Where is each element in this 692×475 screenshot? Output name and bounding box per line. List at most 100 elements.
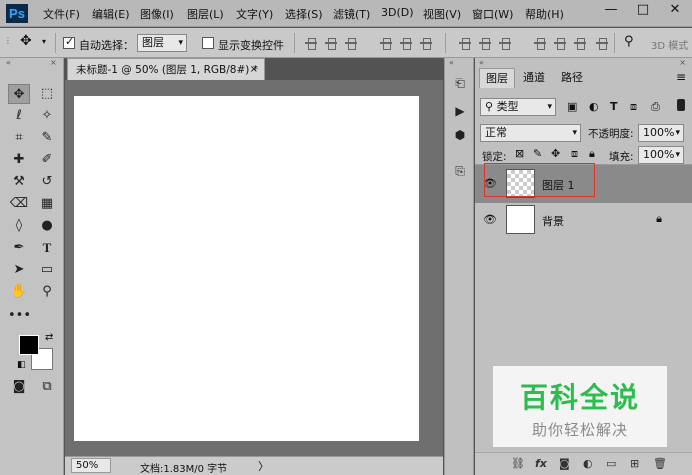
auto-select-target-dropdown[interactable]: 图层 ▾ [137,34,187,52]
hand-tool-icon[interactable]: ✋ [8,282,30,302]
menu-help[interactable]: 帮助(H) [525,6,564,22]
eraser-tool-icon[interactable]: ⌫ [8,194,30,214]
lock-image-pixels-icon[interactable]: ✎ [533,147,542,160]
menu-window[interactable]: 窗口(W) [472,6,513,22]
layer-name[interactable]: 背景 [542,213,564,229]
menu-image[interactable]: 图像(I) [140,6,174,22]
layer-style-fx-icon[interactable]: fx [535,457,547,470]
clone-stamp-tool-icon[interactable]: ⚒ [8,172,30,192]
marquee-tool-icon[interactable]: ⬚ [36,84,58,104]
filter-type-icon[interactable]: T [610,100,618,113]
eyedropper-tool-icon[interactable]: ✎ [36,128,58,148]
minimize-button[interactable]: — [596,0,626,22]
search-icon[interactable]: ⚲ [624,34,634,49]
distribute-top-icon[interactable] [459,37,471,50]
auto-align-icon[interactable] [596,37,608,50]
menu-view[interactable]: 视图(V) [423,6,461,22]
add-mask-icon[interactable]: ◙ [559,457,570,470]
menu-type[interactable]: 文字(Y) [236,6,273,22]
filter-toggle-icon[interactable] [677,99,685,111]
path-selection-tool-icon[interactable]: ➤ [8,260,30,280]
align-left-icon[interactable] [380,37,392,50]
history-panel-icon[interactable]: ⎗ [450,74,470,92]
close-window-button[interactable]: ✕ [660,0,690,22]
properties-panel-icon[interactable]: ⎘ [450,162,470,180]
align-vertical-center-icon[interactable] [325,37,337,50]
canvas[interactable] [74,96,419,441]
pen-tool-icon[interactable]: ✒ [8,238,30,258]
lock-all-icon[interactable]: 🔒︎ [589,147,595,161]
layer-row[interactable]: 👁︎ 背景 🔒︎ [475,201,692,239]
filter-pixel-icon[interactable]: ▣ [567,100,577,113]
zoom-level-field[interactable]: 50% [71,458,111,473]
filter-shape-icon[interactable]: ⧈ [630,100,637,114]
restore-button[interactable]: □ [628,0,658,22]
close-panel-icon[interactable]: × [50,58,57,67]
lock-position-icon[interactable]: ✥ [551,147,560,160]
menu-file[interactable]: 文件(F) [43,6,80,22]
default-colors-icon[interactable]: ◧ [17,360,26,370]
filter-smart-object-icon[interactable]: ⎙ [651,100,660,114]
distribute-vcenter-icon[interactable] [479,37,491,50]
crop-tool-icon[interactable]: ⌗ [8,128,30,148]
dodge-tool-icon[interactable]: ● [36,216,58,236]
move-tool-preset-icon[interactable]: ✥ [20,33,32,49]
tab-layers[interactable]: 图层 [479,68,515,88]
new-layer-icon[interactable]: ⊞ [630,457,639,470]
collapse-arrows-icon[interactable]: « [479,58,484,67]
blur-tool-icon[interactable]: ◊ [8,216,30,236]
collapse-arrows-icon[interactable]: « [449,58,454,67]
gradient-tool-icon[interactable]: ▦ [36,194,58,214]
new-group-icon[interactable]: ▭ [606,457,616,470]
menu-filter[interactable]: 滤镜(T) [333,6,370,22]
menu-select[interactable]: 选择(S) [285,6,323,22]
magic-wand-tool-icon[interactable]: ✧ [36,106,58,126]
history-brush-tool-icon[interactable]: ↺ [36,172,58,192]
rectangle-tool-icon[interactable]: ▭ [36,260,58,280]
tab-channels[interactable]: 通道 [517,68,551,88]
menu-layer[interactable]: 图层(L) [187,6,224,22]
delete-layer-icon[interactable]: 🗑︎ [653,457,667,470]
swap-colors-icon[interactable]: ⇄ [45,332,53,343]
3d-panel-icon[interactable]: ⬢ [450,126,470,144]
actions-play-icon[interactable]: ▶ [450,102,470,120]
auto-select-checkbox[interactable] [63,35,75,49]
visibility-eye-icon[interactable]: 👁︎ [483,213,497,226]
link-layers-icon[interactable]: ⛓ [511,457,525,470]
lasso-tool-icon[interactable]: ℓ [8,106,30,126]
distribute-hcenter-icon[interactable] [554,37,566,50]
close-icon[interactable]: × [250,59,258,81]
chevron-down-icon[interactable]: ▾ [42,37,46,46]
blend-mode-dropdown[interactable]: 正常 ▾ [480,124,581,142]
move-tool-icon[interactable]: ✥ [8,84,30,104]
align-horizontal-center-icon[interactable] [400,37,412,50]
lock-transparent-pixels-icon[interactable]: ⊠ [515,147,524,160]
menu-edit[interactable]: 编辑(E) [92,6,130,22]
align-top-icon[interactable] [305,37,317,50]
collapse-arrows-icon[interactable]: « [6,58,11,67]
filter-adjustment-icon[interactable]: ◐ [589,100,599,113]
foreground-color-swatch[interactable] [19,335,39,355]
screen-mode-icon[interactable]: ⧉ [36,377,58,397]
fill-field[interactable]: 100% ▾ [638,146,684,164]
align-right-icon[interactable] [420,37,432,50]
distribute-left-icon[interactable] [534,37,546,50]
more-tools-icon[interactable]: ••• [8,306,31,326]
new-adjustment-layer-icon[interactable]: ◐ [583,457,593,470]
opacity-field[interactable]: 100% ▾ [638,124,684,142]
distribute-right-icon[interactable] [574,37,586,50]
distribute-bottom-icon[interactable] [499,37,511,50]
quick-mask-icon[interactable]: ◙ [8,377,30,397]
show-transform-checkbox[interactable] [202,37,214,49]
type-tool-icon[interactable]: T [36,238,58,258]
document-tab[interactable]: 未标题-1 @ 50% (图层 1, RGB/8#) * × [67,58,265,80]
panel-menu-icon[interactable]: ≡ [676,70,686,84]
close-panel-icon[interactable]: × [679,58,686,67]
zoom-tool-icon[interactable]: ⚲ [36,282,58,302]
layer-filter-dropdown[interactable]: ⚲ 类型 ▾ [480,98,556,116]
tab-paths[interactable]: 路径 [555,68,589,88]
align-bottom-icon[interactable] [345,37,357,50]
healing-brush-tool-icon[interactable]: ✚ [8,150,30,170]
menu-3d[interactable]: 3D(D) [381,6,414,19]
brush-tool-icon[interactable]: ✐ [36,150,58,170]
